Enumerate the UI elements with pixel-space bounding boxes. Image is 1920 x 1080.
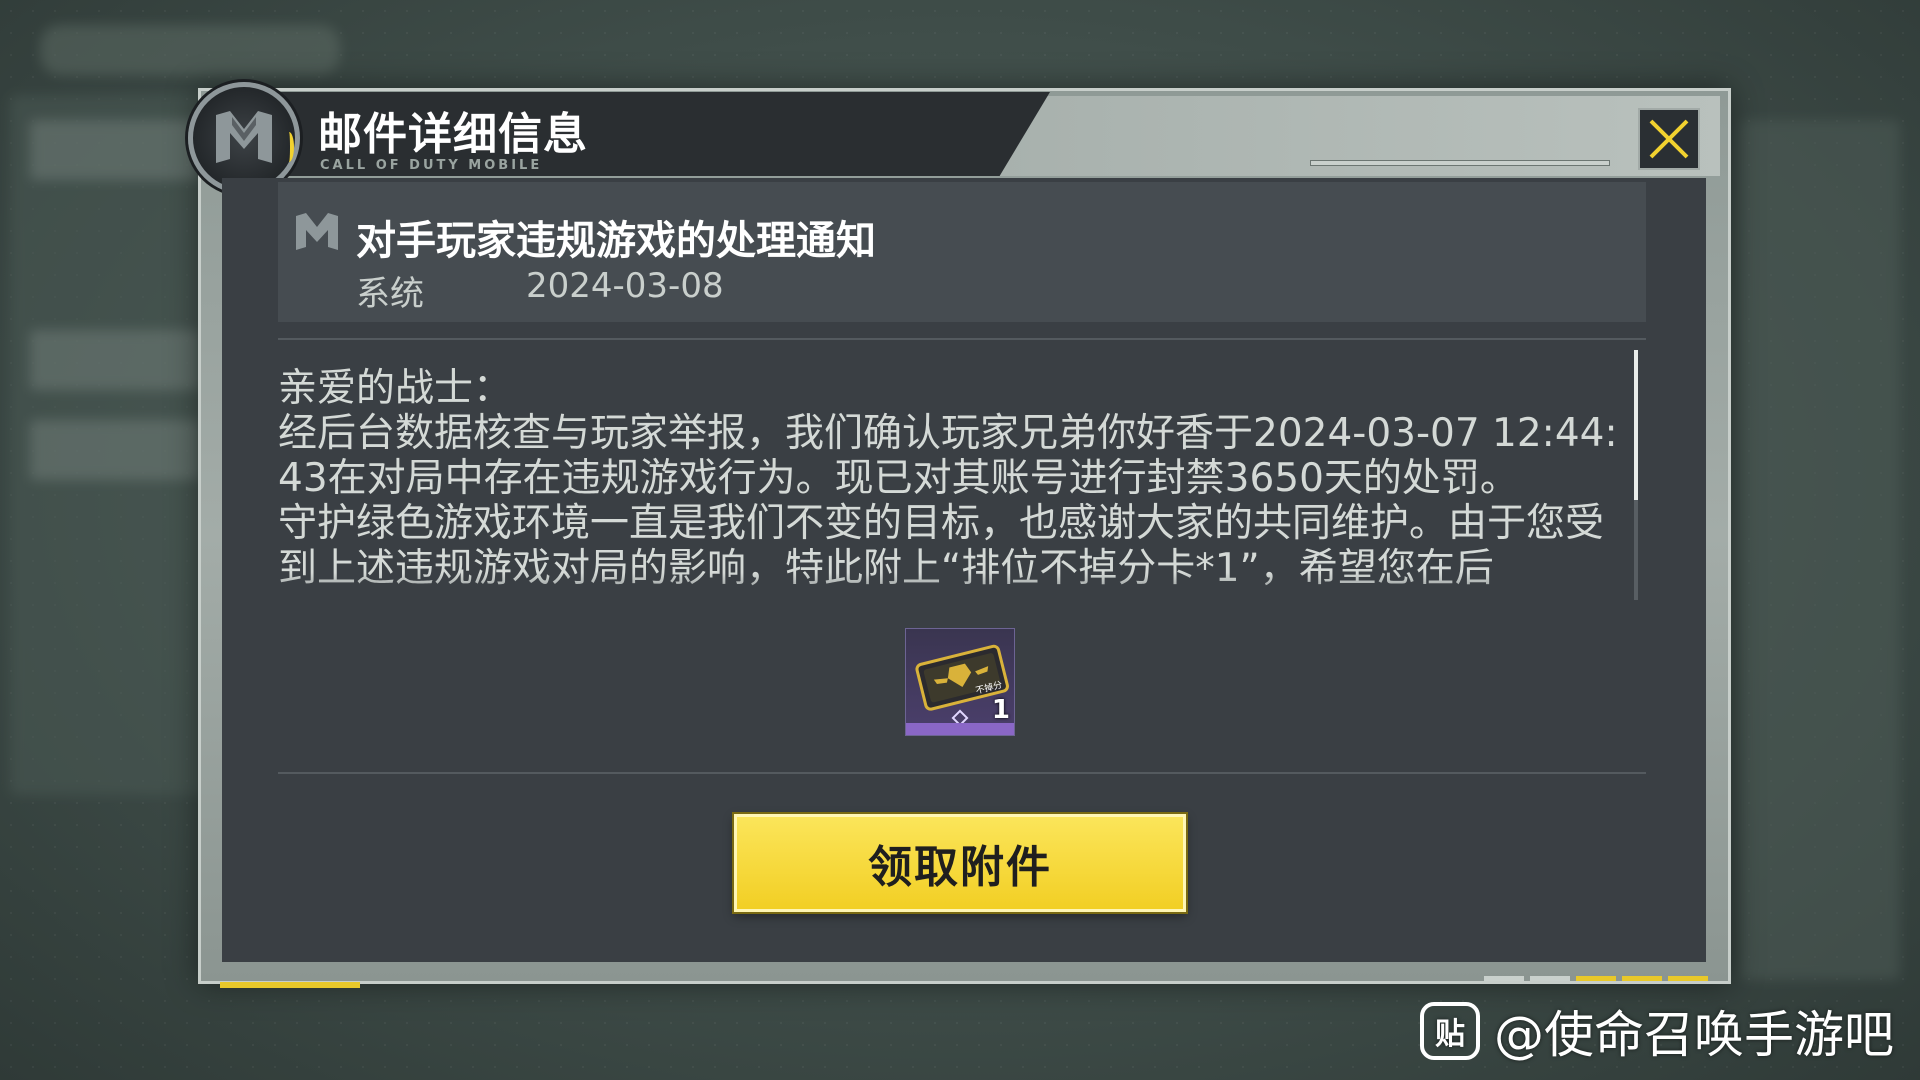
header-decor-slider <box>1310 160 1610 166</box>
watermark-text: @使命召唤手游吧 <box>1494 1006 1894 1064</box>
frame-segment <box>1530 976 1570 981</box>
actions-divider <box>278 772 1646 774</box>
claim-attachment-button[interactable]: 领取附件 <box>734 814 1186 912</box>
attachment-item[interactable]: 不掉分 1 <box>905 628 1015 736</box>
frame-bottom-accent <box>220 982 360 988</box>
background-left-item-blur <box>30 120 200 180</box>
mail-body[interactable]: 亲爱的战士： 经后台数据核查与玩家举报，我们确认玩家兄弟你好香于2024-03-… <box>278 366 1628 618</box>
frame-bottom-segments <box>1484 976 1708 981</box>
logo-accent-arc <box>284 132 294 162</box>
tieba-logo-icon: 贴 <box>1420 1002 1480 1060</box>
dialog-subtitle: CALL OF DUTY MOBILE <box>320 158 543 173</box>
background-header-blur <box>40 25 340 75</box>
mail-title: 对手玩家违规游戏的处理通知 <box>356 218 876 264</box>
mail-sender: 系统 <box>356 274 424 314</box>
tieba-watermark: 贴 @使命召唤手游吧 <box>1420 995 1894 1067</box>
background-right-panel-blur <box>1740 120 1900 980</box>
close-button[interactable] <box>1638 108 1700 170</box>
mail-greeting: 亲爱的战士： <box>278 366 513 411</box>
mail-date: 2024-03-08 <box>526 266 724 306</box>
frame-segment <box>1622 976 1662 981</box>
mail-logo-icon <box>296 213 338 250</box>
background-left-item-blur <box>30 330 200 390</box>
mail-body-scrollbar-thumb[interactable] <box>1634 350 1638 500</box>
background-left-item-blur <box>30 420 200 480</box>
mail-body-paragraph: 经后台数据核查与玩家举报，我们确认玩家兄弟你好香于2024-03-07 12:4… <box>278 411 1618 501</box>
frame-segment <box>1484 976 1524 981</box>
cod-m-logo-icon <box>216 111 272 163</box>
dialog-title: 邮件详细信息 <box>318 109 588 160</box>
frame-segment <box>1668 976 1708 981</box>
close-x-icon <box>1649 119 1689 159</box>
frame-segment <box>1576 976 1616 981</box>
attachment-count: 1 <box>991 695 1010 725</box>
mail-body-paragraph: 守护绿色游戏环境一直是我们不变的目标，也感谢大家的共同维护。由于您受到上述违规游… <box>278 501 1605 591</box>
header-divider <box>278 338 1646 340</box>
